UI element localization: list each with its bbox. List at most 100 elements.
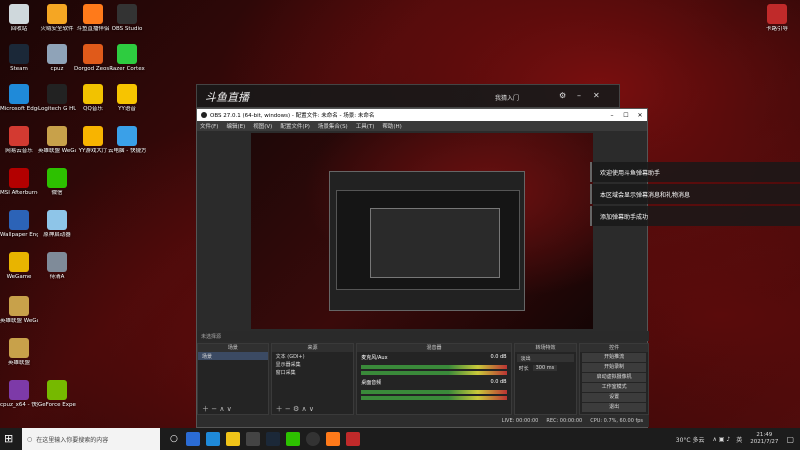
settings-icon[interactable]: ⚙: [559, 91, 566, 100]
scene-controls[interactable]: ＋ − ∧ ∨: [198, 404, 268, 414]
menu-item[interactable]: 配置文件(P): [280, 122, 310, 130]
edge-icon[interactable]: [205, 432, 220, 446]
app-icon: [117, 4, 137, 24]
controls-dock[interactable]: 控件 开始推流 开始录制 启动虚拟摄像机 工作室模式 设置 退出: [579, 343, 649, 415]
control-button[interactable]: 设置: [582, 393, 646, 402]
taskbar-search[interactable]: ○ 在这里输入你要搜索的内容: [22, 428, 160, 450]
app-icon: [9, 210, 29, 230]
notification-icon[interactable]: ▢: [786, 435, 794, 444]
desktop-icon[interactable]: 网易云音乐: [0, 126, 38, 155]
desktop-icon[interactable]: WeGame: [0, 252, 38, 281]
scenes-dock[interactable]: 场景 场景 ＋ − ∧ ∨: [197, 343, 269, 415]
desktop-icon[interactable]: 回收站: [0, 4, 38, 33]
control-button[interactable]: 启动虚拟摄像机: [582, 373, 646, 382]
desktop-icon[interactable]: cpuz_x64 - 快捷方式: [0, 380, 38, 409]
desktop-icon[interactable]: GeForce Experience: [38, 380, 76, 409]
menu-item[interactable]: 帮助(H): [382, 122, 401, 130]
source-controls[interactable]: ＋ − ⚙ ∧ ∨: [272, 404, 354, 414]
task-view-icon[interactable]: ○: [170, 434, 178, 444]
track-db: 0.0 dB: [490, 354, 507, 360]
obs-window[interactable]: OBS 27.0.1 (64-bit, windows) - 配置文件: 未命名…: [196, 108, 649, 428]
desktop-icon[interactable]: Dorgod Zeos Engine: [74, 44, 112, 73]
menu-item[interactable]: 工具(T): [356, 122, 375, 130]
desktop-icon[interactable]: YY语音: [108, 84, 146, 113]
app-icon: [117, 44, 137, 64]
desktop-icon[interactable]: 微信: [38, 168, 76, 197]
app-icon[interactable]: [345, 432, 360, 446]
menu-item[interactable]: 场景集合(S): [318, 122, 348, 130]
menu-item[interactable]: 视图(V): [253, 122, 272, 130]
transitions-dock[interactable]: 转场特效 淡出 时长 300 ms: [513, 343, 578, 415]
mixer-dock[interactable]: 混音器 麦克风/Aux 0.0 dB 桌面音频 0.0 dB: [356, 343, 512, 415]
minimize-icon[interactable]: –: [577, 91, 581, 100]
desktop-icon-label: Logitech G HUB: [38, 106, 76, 112]
desktop-icon[interactable]: 斗鱼直播伴侣: [74, 4, 112, 33]
cpu-fps: CPU: 0.7%, 60.00 fps: [590, 418, 643, 424]
desktop-icon[interactable]: Steam: [0, 44, 38, 73]
desktop-icon[interactable]: 待清A: [38, 252, 76, 281]
tray-icons[interactable]: ∧ ▣ ♪: [713, 436, 731, 443]
app-icon: [83, 84, 103, 104]
source-item[interactable]: 显示器采集: [272, 360, 354, 368]
desktop-icon[interactable]: cpuz: [38, 44, 76, 73]
desktop-icon[interactable]: Razer Cortex: [108, 44, 146, 73]
folder-icon[interactable]: [225, 432, 240, 446]
transition-select[interactable]: 淡出: [516, 354, 575, 362]
menu-item[interactable]: 编辑(E): [226, 122, 245, 130]
desktop-icon[interactable]: 火绒安全软件: [38, 4, 76, 33]
app-icon: [47, 84, 67, 104]
desktop-icon[interactable]: YY游戏大厅: [74, 126, 112, 155]
explorer-icon[interactable]: [185, 432, 200, 446]
desktop-icon-top-right[interactable]: 卡路引导: [758, 4, 796, 33]
desktop-icon[interactable]: 原神启动器: [38, 210, 76, 239]
desktop-icon-label: GeForce Experience: [38, 402, 76, 408]
sources-dock[interactable]: 来源 文本 (GDI+) 显示器采集 窗口采集 ＋ − ⚙ ∧ ∨: [270, 343, 355, 415]
desktop-icon-label: YY语音: [118, 106, 136, 112]
close-icon[interactable]: ✕: [593, 91, 600, 100]
source-item[interactable]: 窗口采集: [272, 368, 354, 376]
app-icon: [47, 210, 67, 230]
obs-titlebar[interactable]: OBS 27.0.1 (64-bit, windows) - 配置文件: 未命名…: [197, 109, 647, 121]
desktop-icon[interactable]: 云电脑 - 快捷方式: [108, 126, 146, 155]
desktop-icon-label: Microsoft Edge: [0, 106, 38, 112]
taskbar: ⊞ ○ 在这里输入你要搜索的内容 ○ 30°C 多云 ∧ ▣ ♪ 英 21:49…: [0, 428, 800, 450]
desktop-icon-label: 微信: [51, 190, 63, 196]
volume-meter: [361, 365, 507, 369]
steam-icon[interactable]: [265, 432, 280, 446]
desktop-icon[interactable]: 英雄联盟: [0, 338, 38, 367]
desktop-icon[interactable]: QQ音乐: [74, 84, 112, 113]
source-item[interactable]: 文本 (GDI+): [272, 352, 354, 360]
clock-date: 2021/7/27: [750, 439, 779, 445]
duration-input[interactable]: 300 ms: [532, 365, 558, 371]
desktop-icon[interactable]: OBS Studio: [108, 4, 146, 33]
windows-start-icon[interactable]: ⊞: [4, 432, 13, 445]
douyu-icon[interactable]: [325, 432, 340, 446]
control-button[interactable]: 退出: [582, 403, 646, 412]
menu-item[interactable]: 文件(F): [200, 122, 218, 130]
minimize-button[interactable]: –: [605, 112, 619, 119]
douyu-helper-window[interactable]: 斗鱼直播 我猜入门 ✕ – ⚙: [196, 84, 620, 108]
wechat-icon[interactable]: [285, 432, 300, 446]
desktop-icon[interactable]: Microsoft Edge: [0, 84, 38, 113]
maximize-button[interactable]: ☐: [619, 112, 633, 119]
app-icon[interactable]: [245, 432, 260, 446]
close-button[interactable]: ✕: [633, 112, 647, 119]
desktop-icon[interactable]: MSI Afterburner: [0, 168, 38, 197]
ime-indicator[interactable]: 英: [736, 435, 742, 444]
desktop-icon[interactable]: 英雄联盟 WeGame版: [38, 126, 76, 155]
desktop-icon[interactable]: 英雄联盟 WeGame版: [0, 296, 38, 325]
control-button[interactable]: 开始录制: [582, 363, 646, 372]
volume-meter: [361, 371, 507, 375]
weather-widget[interactable]: 30°C 多云: [676, 435, 705, 444]
desktop-icon[interactable]: Wallpaper Engine: [0, 210, 38, 239]
desktop-icon[interactable]: Logitech G HUB: [38, 84, 76, 113]
obs-preview[interactable]: [251, 133, 593, 329]
control-button[interactable]: 开始推流: [582, 353, 646, 362]
clock[interactable]: 21:49 2021/7/27: [750, 432, 778, 446]
desktop-icon-label: 回收站: [10, 26, 28, 32]
control-button[interactable]: 工作室模式: [582, 383, 646, 392]
app-icon: [47, 168, 67, 188]
scene-item[interactable]: 场景: [198, 352, 268, 360]
douyu-user[interactable]: 我猜入门: [495, 93, 519, 102]
obs-icon[interactable]: [305, 432, 320, 446]
